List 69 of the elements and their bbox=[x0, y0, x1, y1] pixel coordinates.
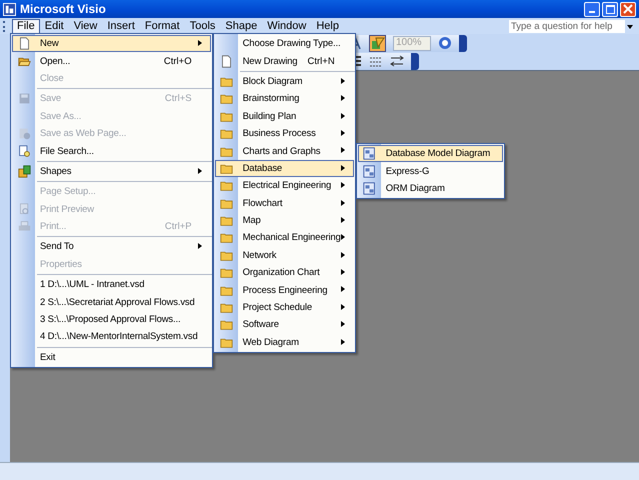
menu-item[interactable]: Map bbox=[214, 212, 354, 230]
print-preview-icon bbox=[18, 202, 30, 216]
menu-item[interactable]: Project Schedule bbox=[214, 298, 354, 316]
folder-icon bbox=[220, 127, 234, 140]
menu-item[interactable]: Database bbox=[214, 160, 354, 178]
folder-icon bbox=[220, 92, 234, 106]
page-icon bbox=[18, 37, 30, 50]
window-title: Microsoft Visio bbox=[20, 2, 106, 16]
menu-bar-item[interactable]: File bbox=[12, 18, 40, 34]
menu-bar-item[interactable]: Format bbox=[140, 18, 185, 34]
menu-bar-item[interactable]: Window bbox=[262, 18, 312, 34]
folder-icon bbox=[220, 301, 234, 314]
menu-item[interactable]: New Drawing Ctrl+N bbox=[214, 52, 354, 70]
menu-item[interactable]: Organization Chart bbox=[214, 264, 354, 282]
menu-bar-item[interactable]: Shape bbox=[220, 18, 262, 34]
menu-item[interactable]: Flowchart bbox=[214, 194, 354, 212]
menu-bar-item[interactable]: Edit bbox=[40, 18, 69, 34]
menu-item[interactable]: Exit bbox=[12, 348, 211, 366]
page-icon bbox=[220, 54, 234, 68]
menu-item[interactable]: Block Diagram bbox=[214, 72, 354, 90]
folder-icon bbox=[220, 214, 234, 228]
menu-item[interactable]: Brainstorming bbox=[214, 90, 354, 108]
menu-bar-item[interactable]: View bbox=[68, 18, 102, 34]
folder-icon bbox=[220, 231, 234, 244]
menu-item[interactable]: Choose Drawing Type... bbox=[214, 35, 354, 52]
diagram-template-icon bbox=[363, 182, 376, 195]
menu-item[interactable]: Process Engineering bbox=[214, 281, 354, 299]
web-page-icon bbox=[18, 127, 30, 140]
menu-bar-item[interactable]: Tools bbox=[184, 18, 220, 34]
menu-item[interactable]: Database Model Diagram bbox=[358, 145, 504, 162]
menu-item[interactable]: Open... Ctrl+O bbox=[12, 52, 211, 70]
shapes-button[interactable] bbox=[369, 34, 386, 52]
diagram-template-icon bbox=[363, 147, 376, 160]
printer-icon bbox=[18, 220, 30, 234]
grip-handle[interactable] bbox=[3, 20, 7, 32]
menu-bar-item[interactable]: Insert bbox=[102, 18, 140, 34]
shapes-icon bbox=[18, 164, 30, 178]
toolbar-options-icon[interactable] bbox=[459, 34, 467, 52]
menu-item[interactable]: Charts and Graphs bbox=[214, 142, 354, 160]
menu-item[interactable]: Shapes bbox=[12, 162, 211, 180]
folder-icon bbox=[220, 266, 234, 280]
minimize-button[interactable] bbox=[584, 2, 600, 16]
menu-item[interactable]: New bbox=[12, 35, 211, 52]
help-icon[interactable] bbox=[438, 36, 452, 50]
menu-item[interactable]: Network bbox=[214, 246, 354, 264]
menu-item[interactable]: 1 D:\...\UML - Intranet.vsd bbox=[12, 276, 211, 294]
menu-item[interactable]: Software bbox=[214, 316, 354, 334]
menu-bar-item[interactable]: Help bbox=[311, 18, 344, 34]
menu-item[interactable]: Electrical Engineering bbox=[214, 177, 354, 195]
menu-item[interactable]: File Search... bbox=[12, 142, 211, 160]
app-icon bbox=[3, 2, 16, 16]
menu-item[interactable]: Send To bbox=[12, 238, 211, 256]
menu-item[interactable]: Building Plan bbox=[214, 108, 354, 125]
menu-item[interactable]: ORM Diagram bbox=[358, 180, 504, 198]
file-search-icon bbox=[18, 144, 30, 158]
diagram-template-icon bbox=[363, 164, 376, 178]
menu-item[interactable]: 3 S:\...\Proposed Approval Flows... bbox=[12, 310, 211, 328]
menu-item[interactable]: Express-G bbox=[358, 162, 504, 180]
maximize-button[interactable] bbox=[602, 2, 618, 16]
menu-item[interactable]: Web Diagram bbox=[214, 334, 354, 352]
menu-item[interactable]: 2 S:\...\Secretariat Approval Flows.vsd bbox=[12, 293, 211, 311]
menu-item[interactable]: Mechanical Engineering bbox=[214, 229, 354, 247]
folder-icon bbox=[220, 318, 234, 332]
line-ends-icon[interactable] bbox=[390, 54, 404, 68]
menu-item[interactable]: Business Process bbox=[214, 124, 354, 142]
close-button[interactable] bbox=[620, 2, 636, 16]
toolbar-options-icon[interactable] bbox=[411, 52, 419, 70]
help-question-field[interactable]: Type a question for help bbox=[509, 20, 625, 32]
menu-item[interactable]: 4 D:\...\New-MentorInternalSystem.vsd bbox=[12, 328, 211, 346]
